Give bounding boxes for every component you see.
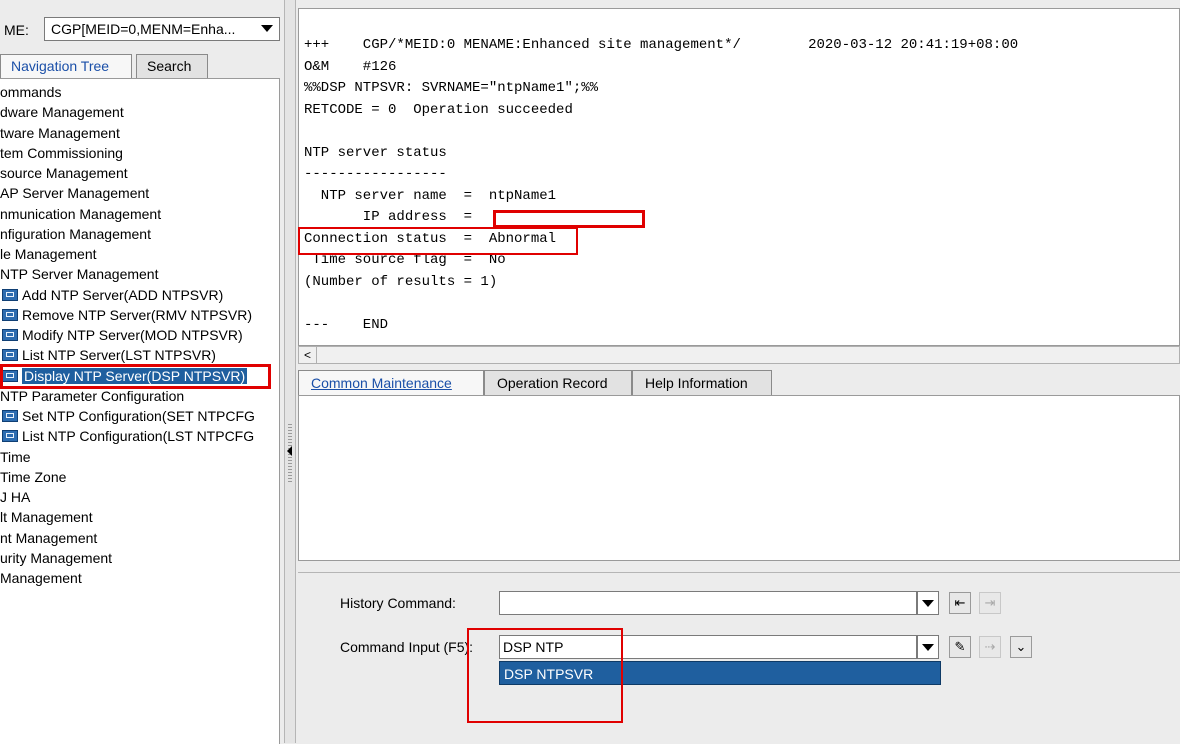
tree-item-label: tem Commissioning [0,144,123,161]
tab-help-information[interactable]: Help Information [632,370,772,396]
tab-common-maintenance[interactable]: Common Maintenance [298,370,484,396]
history-dropdown-icon[interactable] [917,591,939,615]
tree-item[interactable]: tem Commissioning [0,143,123,163]
tree-item-label: ommands [0,84,62,100]
tree-item[interactable]: Set NTP Configuration(SET NTPCFG [2,406,255,426]
tree-item-label: J HA [0,489,31,505]
me-select[interactable]: CGP[MEID=0,MENM=Enha... [44,17,280,41]
command-execute-icon[interactable]: ⇢ [979,636,1001,658]
output-line: O&M #126 [304,58,397,75]
history-previous-icon[interactable]: ⇤ [949,592,971,614]
tab-content-area [298,395,1180,561]
tree-item-label: nfiguration Management [0,225,151,242]
tree-item[interactable]: J HA [0,487,30,507]
tree-item-label: List NTP Configuration(LST NTPCFG [22,428,255,445]
tree-item[interactable]: source Management [0,163,128,183]
command-icon [2,288,18,301]
tab-operation-record[interactable]: Operation Record [484,370,632,396]
output-line: NTP server name = ntpName1 [304,187,557,204]
tree-item[interactable]: AP Server Management [0,183,149,203]
tree-item-label: le Management [0,246,97,262]
command-icon [2,349,18,362]
tree-item[interactable]: NTP Server Management [0,264,158,284]
horizontal-scrollbar[interactable]: < [298,346,1180,364]
tree-item-label: Remove NTP Server(RMV NTPSVR) [22,306,253,323]
tree-item-label: Time Zone [0,468,67,485]
output-line: %%DSP NTPSVR: SVRNAME="ntpName1";%% [304,80,599,96]
tree-item[interactable]: ommands [0,82,61,102]
output-line: --- END [304,316,389,333]
command-icon [2,329,18,341]
output-line: NTP server status [304,144,447,161]
me-select-value: CGP[MEID=0,MENM=Enha... [51,21,236,37]
tab-search[interactable]: Search [136,54,208,78]
tree-item[interactable]: List NTP Server(LST NTPSVR) [2,345,216,365]
tree-item-label: dware Management [0,104,124,121]
tree-item[interactable]: Time Zone [0,467,66,487]
command-output: +++ CGP/*MEID:0 MENAME:Enhanced site man… [298,8,1180,346]
tree-item[interactable]: Modify NTP Server(MOD NTPSVR) [2,325,243,345]
tree-item-label: Set NTP Configuration(SET NTPCFG [22,408,255,424]
history-next-icon[interactable]: ⇥ [979,592,1001,614]
tree-item[interactable]: Time [0,447,31,467]
tree-item[interactable]: nt Management [0,528,97,548]
output-line: +++ CGP/*MEID:0 MENAME:Enhanced site man… [304,37,1019,53]
tree-item-label: NTP Parameter Configuration [0,387,185,404]
chevron-down-icon[interactable] [261,25,273,32]
history-command-input[interactable] [499,591,917,615]
tree-item-label: lt Management [0,509,93,526]
tree-item[interactable]: le Management [0,244,97,264]
output-line: RETCODE = 0 Operation succeeded [304,101,573,118]
tree-item-label: Modify NTP Server(MOD NTPSVR) [22,327,243,343]
highlight-box-command-input [467,628,623,723]
tree-item[interactable]: List NTP Configuration(LST NTPCFG [2,426,254,446]
output-line: ----------------- [304,166,447,182]
redaction-box-ip [493,210,645,228]
tree-item[interactable]: lt Management [0,507,93,527]
tree-item-label: nmunication Management [0,205,162,222]
history-command-label: History Command: [340,595,456,611]
expand-icon[interactable]: ⌄ [1010,636,1032,658]
tab-navigation-tree[interactable]: Navigation Tree [0,54,132,78]
tree-item-label: List NTP Server(LST NTPSVR) [22,347,216,364]
command-input-label: Command Input (F5): [340,639,474,655]
tree-item[interactable]: tware Management [0,123,120,143]
tree-item[interactable]: dware Management [0,102,124,122]
panel-splitter[interactable] [284,0,296,743]
tree-item-label: AP Server Management [0,185,150,202]
tree-item-label: Time [0,448,31,465]
tree-item-label: Add NTP Server(ADD NTPSVR) [22,286,224,303]
command-icon [2,308,18,321]
tree-item[interactable]: nfiguration Management [0,224,151,244]
command-icon [2,410,18,422]
command-dropdown-icon[interactable] [917,635,939,659]
scroll-left-icon[interactable]: < [299,347,317,363]
tree-item[interactable]: Management [0,568,82,588]
command-edit-icon[interactable]: ✎ [949,636,971,658]
highlight-box-connection-status [298,227,578,255]
me-label: ME: [4,22,29,38]
tree-item-label: Management [0,570,82,586]
tree-item-label: source Management [0,165,128,181]
selection-highlight-box [0,364,271,389]
tree-item[interactable]: Remove NTP Server(RMV NTPSVR) [2,305,252,325]
tree-item[interactable]: nmunication Management [0,204,161,224]
output-line: IP address = [304,209,473,225]
navigation-tree[interactable]: ommands dware Management tware Management t… [0,78,280,744]
tree-item[interactable]: urity Management [0,548,112,568]
tree-item-label: urity Management [0,549,113,566]
command-icon [2,430,18,443]
collapse-left-icon[interactable] [287,446,292,456]
tree-item-label: NTP Server Management [0,266,159,283]
tree-item[interactable]: Add NTP Server(ADD NTPSVR) [2,285,223,305]
tree-item-label: nt Management [0,529,98,546]
output-line: (Number of results = 1) [304,273,498,290]
tree-item-label: tware Management [0,124,120,141]
